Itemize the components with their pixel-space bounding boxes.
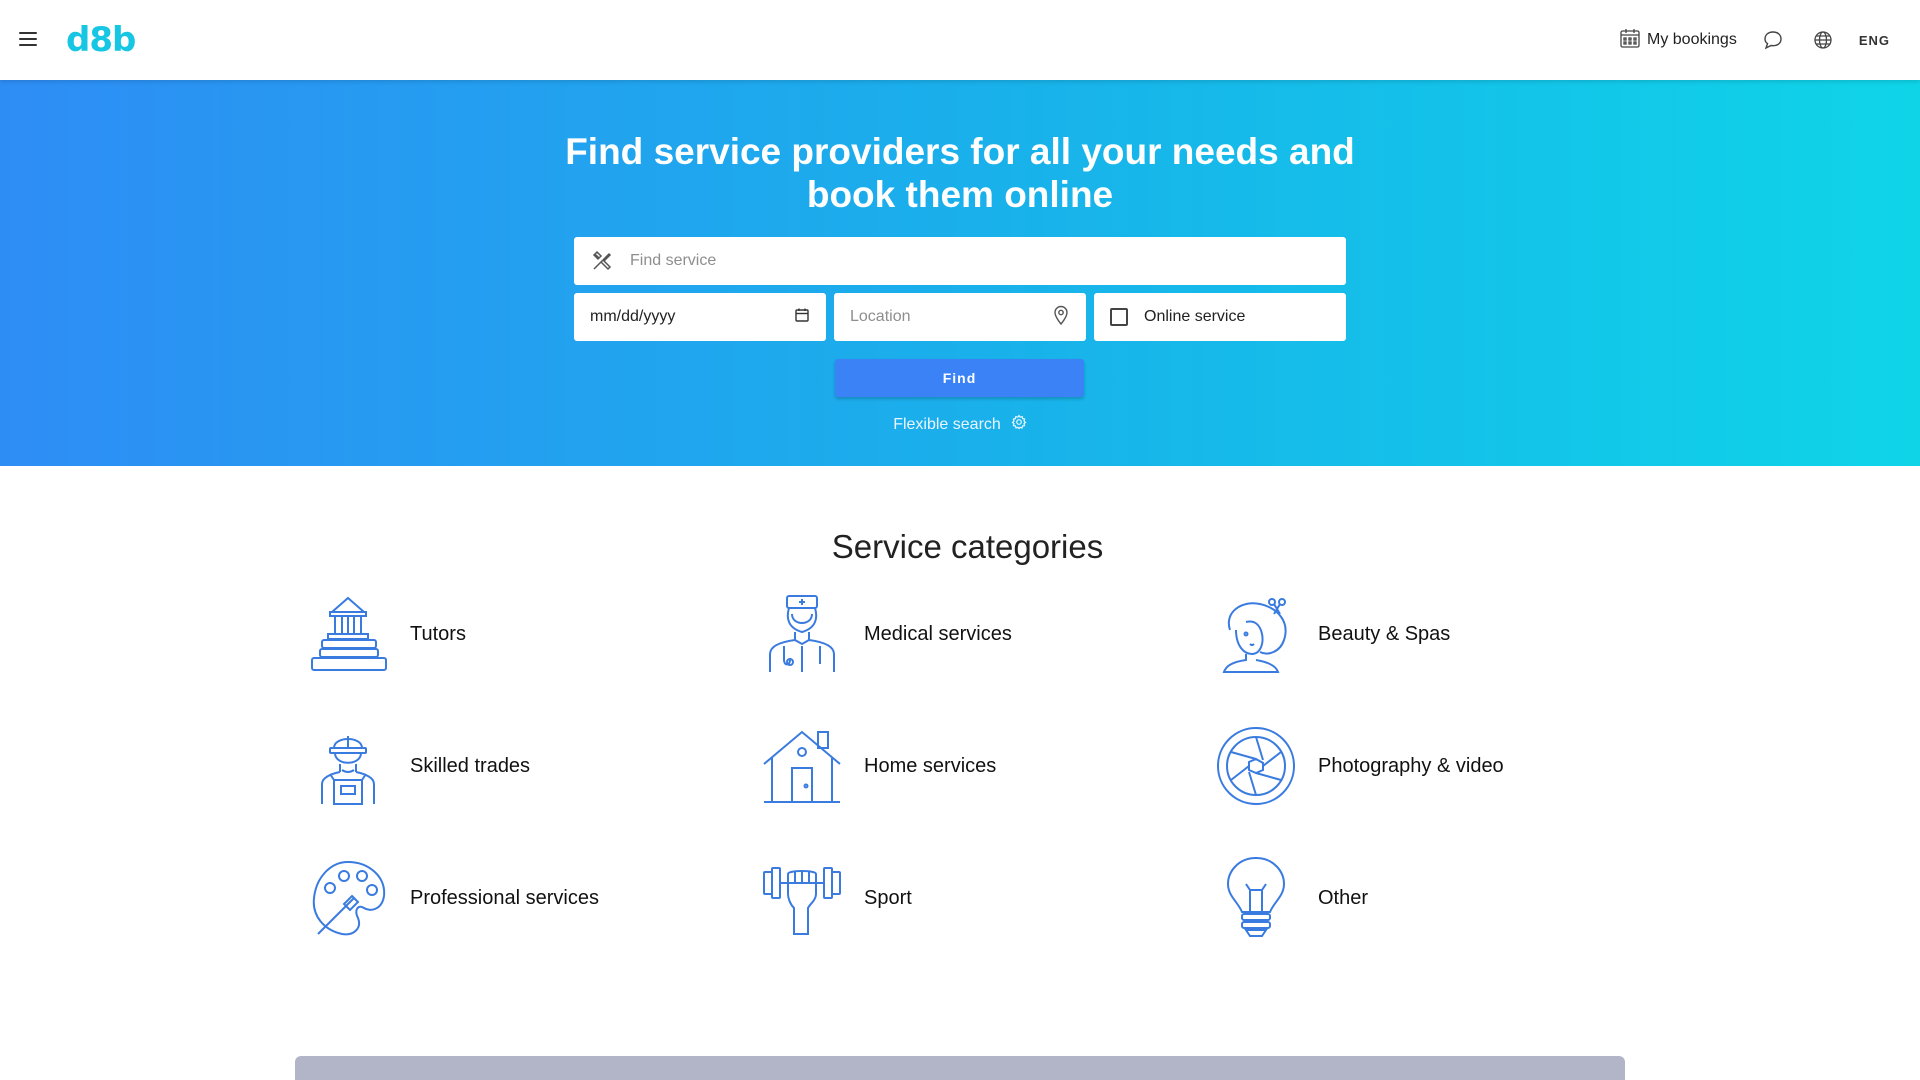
calendar-picker-icon[interactable] xyxy=(794,307,810,328)
category-label: Professional services xyxy=(410,886,599,909)
language-selector[interactable]: ENG xyxy=(1859,33,1890,48)
location-placeholder: Location xyxy=(850,308,911,325)
gear-icon xyxy=(1011,414,1027,435)
category-home-services[interactable]: Home services xyxy=(760,721,1200,811)
checkbox-box[interactable] xyxy=(1110,308,1128,326)
flexible-search-label: Flexible search xyxy=(893,415,1001,433)
category-label: Medical services xyxy=(864,622,1012,645)
worker-icon xyxy=(306,724,390,808)
camera-aperture-icon xyxy=(1214,724,1298,808)
hairdresser-icon xyxy=(1214,592,1298,676)
tools-icon xyxy=(590,249,614,273)
globe-icon[interactable] xyxy=(1809,26,1837,54)
my-bookings-label: My bookings xyxy=(1647,31,1737,48)
find-button[interactable]: Find xyxy=(835,359,1084,397)
hero-title-line-2: book them online xyxy=(806,174,1114,215)
hamburger-menu-icon[interactable] xyxy=(16,28,40,52)
online-service-label: Online service xyxy=(1144,308,1246,325)
category-photography-video[interactable]: Photography & video xyxy=(1214,721,1654,811)
hero-title-line-1: Find service providers for all your need… xyxy=(565,131,1355,172)
category-skilled-trades[interactable]: Skilled trades xyxy=(306,721,746,811)
hero-title: Find service providers for all your need… xyxy=(560,130,1360,216)
header-actions: My bookings ENG xyxy=(1619,0,1890,80)
my-bookings-link[interactable]: My bookings xyxy=(1619,27,1737,54)
logo[interactable]: d8b xyxy=(66,20,136,60)
find-service-placeholder: Find service xyxy=(630,252,717,269)
date-input[interactable]: mm/dd/yyyy xyxy=(574,293,826,341)
institution-books-icon xyxy=(306,592,390,676)
category-tutors[interactable]: Tutors xyxy=(306,589,746,679)
chat-icon[interactable] xyxy=(1759,26,1787,54)
flexible-search-link[interactable]: Flexible search xyxy=(0,414,1920,435)
category-medical-services[interactable]: Medical services xyxy=(760,589,1200,679)
calendar-icon xyxy=(1619,27,1641,54)
top-navigation-bar: d8b My bookings ENG xyxy=(0,0,1920,80)
category-label: Photography & video xyxy=(1318,754,1504,777)
category-label: Sport xyxy=(864,886,912,909)
find-service-input[interactable]: Find service xyxy=(574,237,1346,285)
category-label: Home services xyxy=(864,754,997,777)
online-service-checkbox[interactable]: Online service xyxy=(1094,293,1346,341)
nurse-icon xyxy=(760,592,844,676)
hero-search-section: Find service providers for all your need… xyxy=(0,80,1920,466)
lightbulb-icon xyxy=(1214,856,1298,940)
date-placeholder: mm/dd/yyyy xyxy=(590,308,676,325)
category-sport[interactable]: Sport xyxy=(760,853,1200,943)
category-label: Skilled trades xyxy=(410,754,531,777)
service-categories-title: Service categories xyxy=(831,528,1104,565)
location-input[interactable]: Location xyxy=(834,293,1086,341)
category-label: Tutors xyxy=(410,622,466,645)
palette-icon xyxy=(306,856,390,940)
dumbbell-icon xyxy=(760,856,844,940)
category-label: Beauty & Spas xyxy=(1318,622,1451,645)
map-pin-icon xyxy=(1052,304,1070,331)
content-banner xyxy=(295,1056,1625,1080)
category-label: Other xyxy=(1318,886,1369,909)
category-professional-services[interactable]: Professional services xyxy=(306,853,746,943)
house-icon xyxy=(760,724,844,808)
category-beauty-spas[interactable]: Beauty & Spas xyxy=(1214,589,1654,679)
category-other[interactable]: Other xyxy=(1214,853,1654,943)
